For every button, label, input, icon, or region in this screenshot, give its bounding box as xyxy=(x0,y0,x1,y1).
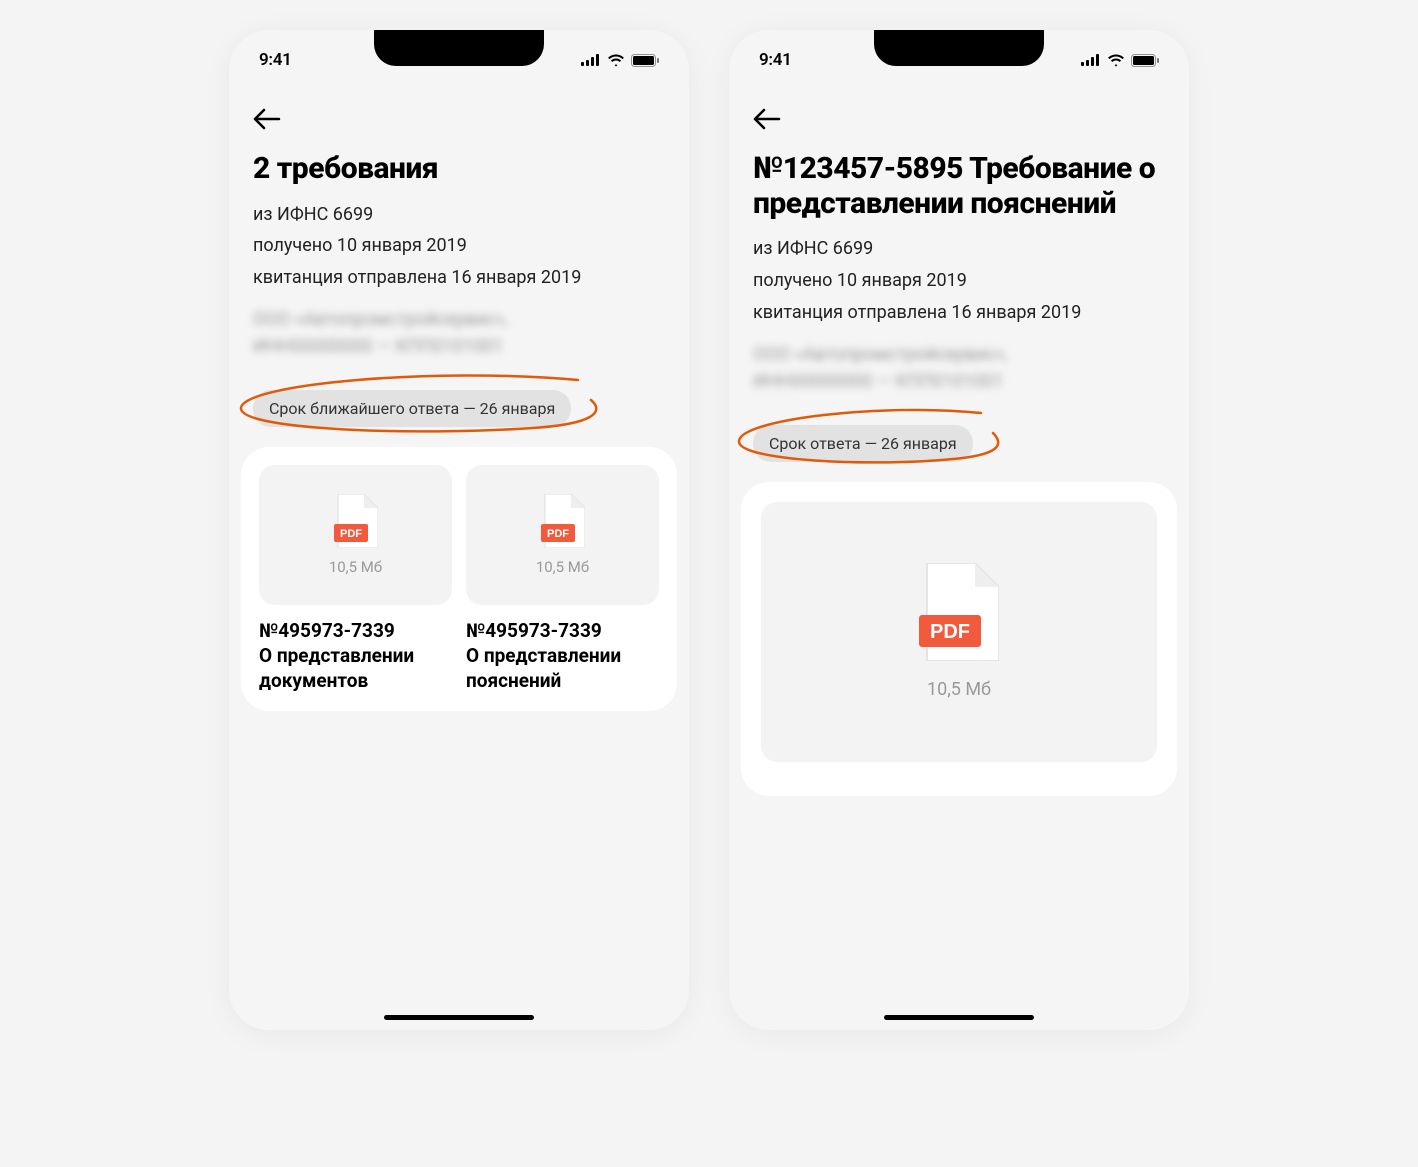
status-icons xyxy=(581,54,659,67)
documents-card: PDF 10,5 Мб xyxy=(741,482,1177,796)
document-title: №495973-7339 О представлении пояснений xyxy=(466,619,659,693)
home-indicator[interactable] xyxy=(884,1015,1034,1020)
document-title: №495973-7339 О представлении документов xyxy=(259,619,452,693)
meta-receipt: квитанция отправлена 16 января 2019 xyxy=(253,264,665,292)
meta-received: получено 10 января 2019 xyxy=(753,267,1165,295)
file-size: 10,5 Мб xyxy=(329,558,382,576)
pdf-icon: PDF xyxy=(541,494,585,548)
org-info-redacted: ООО «Автопромстройсервис», ИНН00000000 —… xyxy=(253,306,665,360)
wifi-icon xyxy=(607,54,625,67)
meta-receipt: квитанция отправлена 16 января 2019 xyxy=(753,299,1165,327)
pdf-icon: PDF xyxy=(919,563,999,661)
meta-source: из ИФНС 6699 xyxy=(253,201,665,229)
meta-received: получено 10 января 2019 xyxy=(253,232,665,260)
svg-text:PDF: PDF xyxy=(930,621,970,643)
arrow-left-icon xyxy=(253,108,281,130)
back-button[interactable] xyxy=(729,90,1189,134)
status-icons xyxy=(1081,54,1159,67)
document-preview: PDF 10,5 Мб xyxy=(259,465,452,605)
status-bar: 9:41 xyxy=(229,30,689,90)
file-size: 10,5 Мб xyxy=(536,558,589,576)
page-title: №123457-5895 Требование о представлении … xyxy=(753,152,1165,221)
arrow-left-icon xyxy=(753,108,781,130)
document-item[interactable]: PDF 10,5 Мб xyxy=(761,502,1157,776)
document-preview: PDF 10,5 Мб xyxy=(466,465,659,605)
back-button[interactable] xyxy=(229,90,689,134)
pdf-icon: PDF xyxy=(334,494,378,548)
phone-screen-right: 9:41 №123457-5895 Требование о представл… xyxy=(729,30,1189,1030)
deadline-wrap: Срок ближайшего ответа — 26 января xyxy=(253,390,665,427)
notch xyxy=(874,30,1044,66)
deadline-wrap: Срок ответа — 26 января xyxy=(753,425,1165,462)
status-time: 9:41 xyxy=(759,50,792,70)
battery-icon xyxy=(631,54,659,67)
signal-icon xyxy=(581,54,601,66)
home-indicator[interactable] xyxy=(384,1015,534,1020)
notch xyxy=(374,30,544,66)
org-info-redacted: ООО «Автопромстройсервис», ИНН00000000 —… xyxy=(753,341,1165,395)
documents-card: PDF 10,5 Мб №495973-7339 О представлении… xyxy=(241,447,677,711)
file-size: 10,5 Мб xyxy=(927,679,991,700)
status-bar: 9:41 xyxy=(729,30,1189,90)
phone-screen-left: 9:41 2 требования из ИФНС 6699 получено … xyxy=(229,30,689,1030)
document-item[interactable]: PDF 10,5 Мб №495973-7339 О представлении… xyxy=(259,465,452,693)
deadline-badge: Срок ответа — 26 января xyxy=(753,425,973,462)
svg-text:PDF: PDF xyxy=(340,528,362,540)
header: №123457-5895 Требование о представлении … xyxy=(729,134,1189,405)
battery-icon xyxy=(1131,54,1159,67)
status-time: 9:41 xyxy=(259,50,292,70)
svg-text:PDF: PDF xyxy=(547,528,569,540)
meta-source: из ИФНС 6699 xyxy=(753,235,1165,263)
deadline-badge: Срок ближайшего ответа — 26 января xyxy=(253,390,571,427)
document-preview: PDF 10,5 Мб xyxy=(761,502,1157,762)
signal-icon xyxy=(1081,54,1101,66)
page-title: 2 требования xyxy=(253,152,665,187)
wifi-icon xyxy=(1107,54,1125,67)
header: 2 требования из ИФНС 6699 получено 10 ян… xyxy=(229,134,689,370)
document-item[interactable]: PDF 10,5 Мб №495973-7339 О представлении… xyxy=(466,465,659,693)
